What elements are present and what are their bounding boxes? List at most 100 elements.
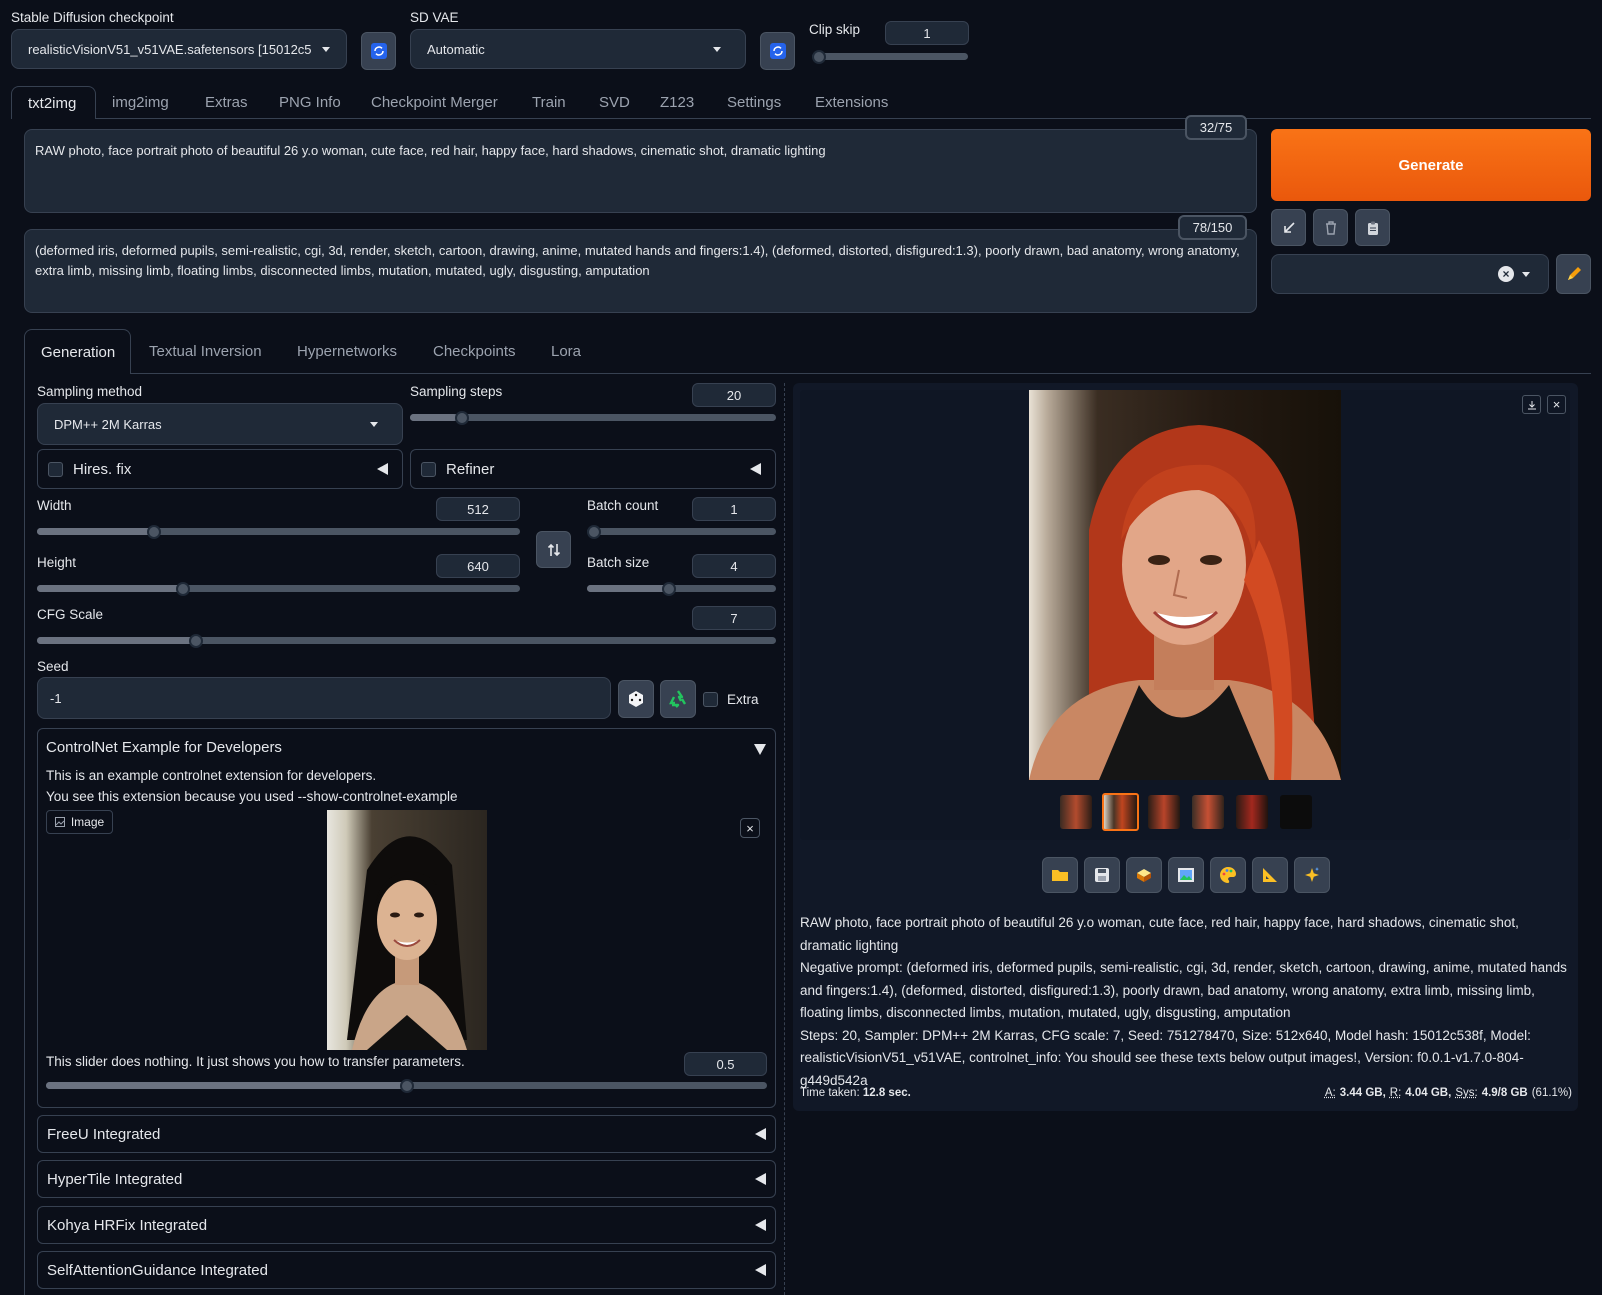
tab-extensions[interactable]: Extensions bbox=[815, 94, 888, 111]
close-icon[interactable]: × bbox=[740, 818, 760, 838]
batch-size-input[interactable]: 4 bbox=[692, 554, 776, 578]
gallery-thumbnail[interactable] bbox=[1280, 795, 1312, 829]
subtab-hypernetworks[interactable]: Hypernetworks bbox=[297, 343, 397, 360]
kohya-hrfix-label: Kohya HRFix Integrated bbox=[47, 1216, 208, 1234]
send-to-inpaint-button[interactable] bbox=[1210, 857, 1246, 893]
open-folder-button[interactable] bbox=[1042, 857, 1078, 893]
gallery-thumbnail[interactable] bbox=[1148, 795, 1180, 829]
collapse-arrow-icon bbox=[755, 1128, 766, 1140]
height-slider[interactable] bbox=[37, 581, 520, 596]
batch-size-slider[interactable] bbox=[587, 581, 776, 596]
tab-extras[interactable]: Extras bbox=[205, 94, 248, 111]
vae-select[interactable]: Automatic bbox=[410, 29, 746, 69]
ruler-icon bbox=[1263, 868, 1277, 882]
checkpoint-select[interactable]: realisticVisionV51_v51VAE.safetensors [1… bbox=[11, 29, 347, 69]
refresh-vae-button[interactable] bbox=[760, 32, 795, 70]
clip-skip-slider[interactable] bbox=[812, 49, 968, 64]
subtab-checkpoints[interactable]: Checkpoints bbox=[433, 343, 516, 360]
slider-thumb[interactable] bbox=[662, 581, 677, 596]
apply-styles-button[interactable] bbox=[1355, 209, 1390, 246]
close-icon[interactable]: × bbox=[1547, 395, 1566, 414]
tab-img2img[interactable]: img2img bbox=[112, 94, 169, 111]
mem-r-value: 4.04 GB, bbox=[1405, 1087, 1452, 1099]
subtab-lora[interactable]: Lora bbox=[551, 343, 581, 360]
height-input[interactable]: 640 bbox=[436, 554, 520, 578]
swap-dimensions-button[interactable] bbox=[536, 531, 571, 568]
clip-skip-input[interactable]: 1 bbox=[885, 21, 969, 45]
slider-thumb[interactable] bbox=[587, 524, 601, 539]
collapse-arrow-icon[interactable] bbox=[754, 744, 766, 755]
tab-settings[interactable]: Settings bbox=[727, 94, 781, 111]
random-seed-button[interactable] bbox=[618, 680, 654, 718]
gallery-thumbnail[interactable] bbox=[1060, 795, 1092, 829]
gallery-thumbnail[interactable] bbox=[1192, 795, 1224, 829]
controlnet-slider-input[interactable]: 0.5 bbox=[684, 1052, 767, 1076]
hypertile-accordion[interactable]: HyperTile Integrated bbox=[37, 1160, 776, 1198]
controlnet-input-image[interactable] bbox=[327, 810, 487, 1050]
output-image[interactable] bbox=[1029, 390, 1341, 780]
slider-thumb[interactable] bbox=[455, 410, 470, 425]
save-button[interactable] bbox=[1084, 857, 1120, 893]
pencil-icon bbox=[1567, 267, 1581, 280]
cfg-scale-input[interactable]: 7 bbox=[692, 606, 776, 630]
generate-variation-button[interactable] bbox=[1294, 857, 1330, 893]
extra-seed-label: Extra bbox=[727, 692, 759, 707]
width-slider[interactable] bbox=[37, 524, 520, 539]
tab-svd[interactable]: SVD bbox=[599, 94, 630, 111]
cfg-scale-slider[interactable] bbox=[37, 633, 776, 648]
seed-input[interactable]: -1 bbox=[37, 677, 611, 719]
tab-train[interactable]: Train bbox=[532, 94, 566, 111]
tab-png-info[interactable]: PNG Info bbox=[279, 94, 341, 111]
gallery-thumbnail-selected[interactable] bbox=[1102, 793, 1139, 831]
subtab-textual-inversion[interactable]: Textual Inversion bbox=[149, 343, 262, 360]
swap-arrows-icon bbox=[547, 543, 560, 556]
clear-icon[interactable]: × bbox=[1498, 266, 1514, 282]
tab-z123[interactable]: Z123 bbox=[660, 94, 694, 111]
hires-fix-accordion[interactable]: Hires. fix bbox=[37, 449, 403, 489]
tab-checkpoint-merger[interactable]: Checkpoint Merger bbox=[371, 94, 498, 111]
extra-seed-checkbox[interactable] bbox=[703, 692, 718, 707]
sampling-method-select[interactable]: DPM++ 2M Karras bbox=[37, 403, 403, 445]
controlnet-hint: You see this extension because you used … bbox=[46, 789, 458, 804]
sampling-method-value: DPM++ 2M Karras bbox=[54, 416, 162, 432]
download-button[interactable] bbox=[1522, 395, 1541, 414]
zip-button[interactable] bbox=[1126, 857, 1162, 893]
prompt-textarea[interactable]: RAW photo, face portrait photo of beauti… bbox=[24, 129, 1257, 213]
reuse-seed-button[interactable] bbox=[660, 680, 696, 718]
send-to-img2img-button[interactable] bbox=[1168, 857, 1204, 893]
freeu-accordion[interactable]: FreeU Integrated bbox=[37, 1115, 776, 1153]
hires-fix-checkbox[interactable] bbox=[48, 461, 63, 477]
subtab-generation[interactable]: Generation bbox=[24, 329, 131, 374]
sampling-steps-slider[interactable] bbox=[410, 410, 776, 425]
refresh-checkpoint-button[interactable] bbox=[361, 32, 396, 70]
edit-styles-button[interactable] bbox=[1556, 254, 1591, 294]
controlnet-slider[interactable] bbox=[46, 1078, 767, 1093]
gallery-thumbnail[interactable] bbox=[1236, 795, 1268, 829]
slider-fill bbox=[410, 414, 457, 421]
negative-prompt-textarea[interactable]: (deformed iris, deformed pupils, semi-re… bbox=[24, 229, 1257, 313]
tab-txt2img[interactable]: txt2img bbox=[11, 86, 96, 119]
slider-thumb[interactable] bbox=[399, 1078, 414, 1093]
styles-dropdown[interactable]: × bbox=[1271, 254, 1549, 294]
slider-fill bbox=[37, 585, 181, 592]
slider-thumb[interactable] bbox=[147, 524, 162, 539]
batch-count-input[interactable]: 1 bbox=[692, 497, 776, 521]
refiner-checkbox[interactable] bbox=[421, 461, 436, 477]
refiner-accordion[interactable]: Refiner bbox=[410, 449, 776, 489]
sampling-steps-label: Sampling steps bbox=[410, 384, 503, 399]
slider-thumb[interactable] bbox=[176, 581, 191, 596]
send-to-extras-button[interactable] bbox=[1252, 857, 1288, 893]
mem-r-label: R: bbox=[1389, 1087, 1402, 1099]
self-attention-guidance-label: SelfAttentionGuidance Integrated bbox=[47, 1261, 268, 1279]
slider-thumb[interactable] bbox=[812, 49, 826, 64]
paste-params-button[interactable] bbox=[1271, 209, 1306, 246]
batch-count-slider[interactable] bbox=[587, 524, 776, 539]
width-input[interactable]: 512 bbox=[436, 497, 520, 521]
generate-button[interactable]: Generate bbox=[1271, 129, 1591, 201]
self-attention-guidance-accordion[interactable]: SelfAttentionGuidance Integrated bbox=[37, 1251, 776, 1289]
slider-thumb[interactable] bbox=[189, 633, 204, 648]
image-label: Image bbox=[70, 815, 105, 829]
sampling-steps-input[interactable]: 20 bbox=[692, 383, 776, 407]
kohya-hrfix-accordion[interactable]: Kohya HRFix Integrated bbox=[37, 1206, 776, 1244]
clear-prompt-button[interactable] bbox=[1313, 209, 1348, 246]
